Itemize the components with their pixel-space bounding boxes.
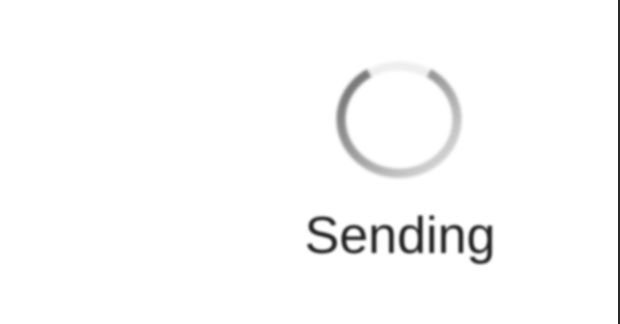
- status-label: Sending: [304, 207, 496, 265]
- spinner-arc: [336, 69, 462, 178]
- sending-screen: Sending: [0, 0, 620, 324]
- loading-spinner-icon: [336, 61, 462, 179]
